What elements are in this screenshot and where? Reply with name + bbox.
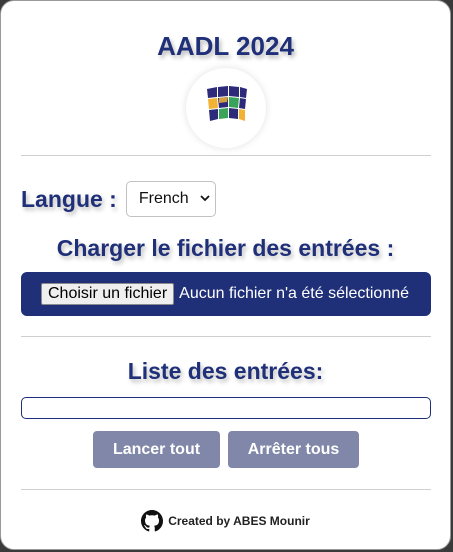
choose-file-button[interactable]: Choisir un fichier [41, 283, 175, 305]
upload-title: Charger le fichier des entrées : [56, 235, 395, 261]
logo-icon [207, 86, 247, 121]
file-status: Aucun fichier n'a été sélectionné [179, 285, 410, 302]
stop-all-button[interactable]: Arrêter tous [228, 431, 359, 468]
app-title: AADL 2024 [157, 31, 294, 61]
credit-text: Created by ABES Mounir [168, 514, 310, 528]
divider [21, 489, 431, 490]
file-input: Choisir un fichier Aucun fichier n'a été… [21, 272, 431, 316]
chevron-down-icon [200, 195, 210, 202]
app-logo [186, 68, 266, 148]
divider [21, 155, 431, 156]
divider [21, 336, 431, 337]
language-select[interactable]: French [125, 181, 216, 217]
language-row: Langue : French [21, 181, 216, 217]
extension-popup: AADL 2024 Langue : French Charger le fic… [0, 0, 451, 550]
github-icon[interactable] [141, 510, 164, 532]
start-all-button[interactable]: Lancer tout [93, 431, 220, 468]
entries-list[interactable] [21, 397, 431, 419]
entries-title: Liste des entrées: [127, 358, 324, 384]
footer: Created by ABES Mounir [1, 510, 450, 532]
language-label: Langue : [21, 185, 117, 212]
language-select-value: French [138, 190, 189, 207]
